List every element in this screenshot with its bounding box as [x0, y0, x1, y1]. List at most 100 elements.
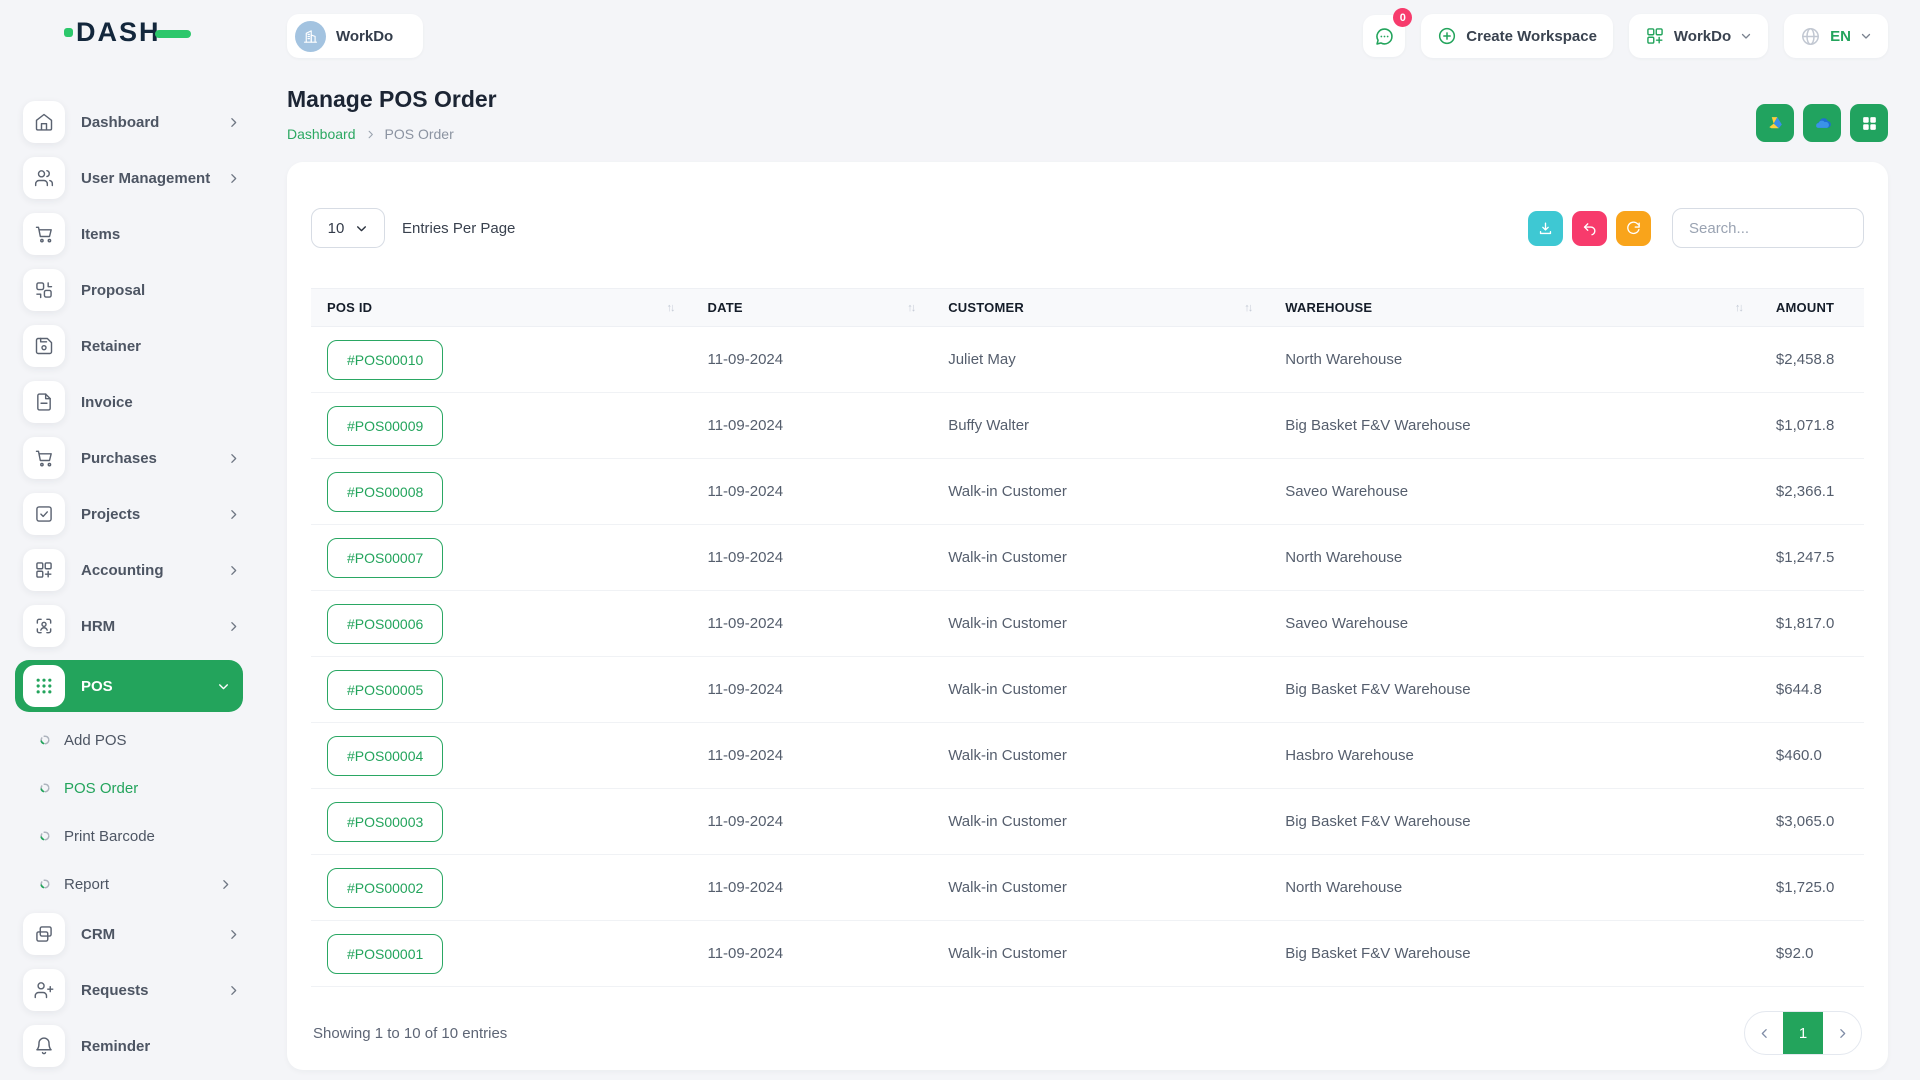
messages-button[interactable]: 0: [1363, 15, 1405, 57]
chevron-right-icon: [1836, 1027, 1849, 1040]
sidebar-item-label: Items: [81, 226, 120, 243]
scan-user-icon: [23, 605, 65, 647]
pos-id-link[interactable]: #POS00009: [327, 406, 443, 446]
pos-id-link[interactable]: #POS00008: [327, 472, 443, 512]
chevron-down-icon: [355, 222, 368, 235]
table-row: #POS0000411-09-2024Walk-in CustomerHasbr…: [311, 723, 1864, 789]
sort-icon: ↑↓: [907, 302, 916, 314]
page-title: Manage POS Order: [287, 86, 497, 113]
dots-grid-icon: [23, 665, 65, 707]
column-label: POS ID: [327, 300, 372, 315]
user-plus-icon: [23, 969, 65, 1011]
pos-id-link[interactable]: #POS00001: [327, 934, 443, 974]
sidebar-subitem-pos-order[interactable]: POS Order: [23, 768, 240, 808]
column-label: CUSTOMER: [948, 300, 1024, 315]
sidebar-item-proposal[interactable]: Proposal: [23, 268, 240, 312]
sidebar-item-purchases[interactable]: Purchases: [23, 436, 240, 480]
sidebar-item-pos[interactable]: POS: [15, 660, 243, 712]
create-workspace-button[interactable]: Create Workspace: [1421, 14, 1613, 58]
sidebar-item-accounting[interactable]: Accounting: [23, 548, 240, 592]
table-row: #POS0001011-09-2024Juliet MayNorth Wareh…: [311, 327, 1864, 393]
sidebar-item-dashboard[interactable]: Dashboard: [23, 100, 240, 144]
sidebar-item-label: User Management: [81, 170, 210, 187]
sidebar-item-label: HRM: [81, 618, 115, 635]
pos-id-link[interactable]: #POS00003: [327, 802, 443, 842]
pos-id-cell: #POS00007: [311, 525, 691, 591]
bullet-icon: [39, 734, 51, 746]
sidebar-item-label: Projects: [81, 506, 140, 523]
workspace-selector[interactable]: WorkDo: [287, 14, 423, 58]
logo-dot-icon: [64, 28, 73, 37]
brand-logo[interactable]: DASH: [0, 0, 255, 64]
sidebar-item-crm[interactable]: CRM: [23, 912, 240, 956]
entries-per-page-select[interactable]: 10: [311, 208, 385, 248]
export-button[interactable]: [1528, 211, 1563, 246]
onedrive-button[interactable]: [1803, 104, 1841, 142]
table-footer: Showing 1 to 10 of 10 entries 1: [311, 987, 1864, 1055]
sidebar-item-reminder[interactable]: Reminder: [23, 1024, 240, 1068]
column-header-pos-id[interactable]: POS ID↑↓: [311, 289, 691, 327]
sidebar-subitem-add-pos[interactable]: Add POS: [23, 720, 240, 760]
breadcrumb-dashboard-link[interactable]: Dashboard: [287, 126, 356, 142]
sidebar-item-requests[interactable]: Requests: [23, 968, 240, 1012]
bullet-icon: [39, 878, 51, 890]
search-input[interactable]: [1672, 208, 1864, 248]
amount-cell: $2,458.8: [1760, 327, 1864, 393]
bell-icon: [23, 1025, 65, 1067]
amount-cell: $1,725.0: [1760, 855, 1864, 921]
chevron-right-icon: [227, 172, 240, 185]
chevron-down-icon: [1740, 30, 1752, 42]
pos-id-link[interactable]: #POS00007: [327, 538, 443, 578]
apps-grid-button[interactable]: [1850, 104, 1888, 142]
column-header-warehouse[interactable]: WAREHOUSE↑↓: [1269, 289, 1760, 327]
undo-button[interactable]: [1572, 211, 1607, 246]
workdo-menu-button[interactable]: WorkDo: [1629, 14, 1768, 58]
undo-icon: [1581, 220, 1598, 237]
save-icon: [23, 325, 65, 367]
sidebar-item-hrm[interactable]: HRM: [23, 604, 240, 648]
onedrive-icon: [1813, 114, 1832, 133]
pos-id-link[interactable]: #POS00010: [327, 340, 443, 380]
pos-id-cell: #POS00009: [311, 393, 691, 459]
sidebar-item-invoice[interactable]: Invoice: [23, 380, 240, 424]
sidebar-item-label: Reminder: [81, 1038, 150, 1055]
pagination-next[interactable]: [1823, 1012, 1861, 1054]
pagination-prev[interactable]: [1745, 1012, 1783, 1054]
sidebar-item-user-management[interactable]: User Management: [23, 156, 240, 200]
sidebar-subitem-label: POS Order: [64, 780, 138, 797]
google-drive-button[interactable]: [1756, 104, 1794, 142]
pos-id-link[interactable]: #POS00002: [327, 868, 443, 908]
column-header-customer[interactable]: CUSTOMER↑↓: [932, 289, 1269, 327]
chevron-left-icon: [1758, 1027, 1771, 1040]
pos-orders-table: POS ID↑↓DATE↑↓CUSTOMER↑↓WAREHOUSE↑↓AMOUN…: [311, 288, 1864, 987]
sidebar-item-label: POS: [81, 678, 113, 695]
pos-id-link[interactable]: #POS00006: [327, 604, 443, 644]
pagination-page-1[interactable]: 1: [1783, 1012, 1823, 1054]
language-selector[interactable]: EN: [1784, 14, 1888, 58]
table-row: #POS0000711-09-2024Walk-in CustomerNorth…: [311, 525, 1864, 591]
column-label: DATE: [707, 300, 742, 315]
topbar: WorkDo 0 Create Workspace WorkDo EN: [255, 0, 1920, 62]
workspace-label: WorkDo: [336, 28, 393, 45]
building-icon: [302, 28, 319, 45]
column-header-date[interactable]: DATE ↑↓: [691, 289, 932, 327]
pos-id-cell: #POS00001: [311, 921, 691, 987]
column-label: WAREHOUSE: [1285, 300, 1372, 315]
sidebar-item-retainer[interactable]: Retainer: [23, 324, 240, 368]
sidebar-subitem-report[interactable]: Report: [23, 864, 240, 904]
pos-id-link[interactable]: #POS00004: [327, 736, 443, 776]
file-icon: [23, 381, 65, 423]
chevron-down-icon: [1860, 30, 1872, 42]
sidebar-item-projects[interactable]: Projects: [23, 492, 240, 536]
sidebar-subitem-print-barcode[interactable]: Print Barcode: [23, 816, 240, 856]
warehouse-cell: Saveo Warehouse: [1269, 459, 1760, 525]
pos-id-cell: #POS00008: [311, 459, 691, 525]
pos-id-link[interactable]: #POS00005: [327, 670, 443, 710]
warehouse-cell: North Warehouse: [1269, 855, 1760, 921]
chevron-right-icon: [227, 508, 240, 521]
sidebar-item-items[interactable]: Items: [23, 212, 240, 256]
page-header: Manage POS Order Dashboard POS Order: [255, 62, 1920, 142]
pagination: 1: [1744, 1011, 1862, 1055]
refresh-button[interactable]: [1616, 211, 1651, 246]
google-drive-icon: [1766, 114, 1785, 133]
